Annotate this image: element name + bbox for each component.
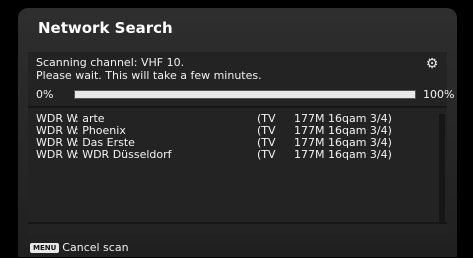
progress-end-label: 100% (423, 88, 455, 101)
divider (28, 222, 447, 224)
cancel-scan-label: Cancel scan (62, 241, 129, 254)
dialog-title: Network Search (38, 19, 173, 37)
progress-bar (74, 90, 416, 99)
channel-name: WDR W (36, 148, 78, 161)
channel-list: WDR W : arte (TV 177M 16qam 3/4) WDR W :… (36, 112, 436, 161)
channel-row: WDR W : Das Erste (TV 177M 16qam 3/4) (36, 136, 436, 149)
channel-row: WDR W : arte (TV 177M 16qam 3/4) (36, 112, 436, 125)
channel-type: (TV (257, 148, 276, 161)
channel-row: WDR W : WDR Düsseldorf (TV 177M 16qam 3/… (36, 148, 436, 161)
scan-panel: Scanning channel: VHF 10. Please wait. T… (28, 52, 454, 235)
network-search-dialog: Network Search Scanning channel: VHF 10.… (18, 8, 457, 257)
footer-hint[interactable]: MENU Cancel scan (30, 241, 129, 254)
divider (28, 106, 447, 108)
gear-icon: ⚙ (425, 56, 439, 72)
channel-row: WDR W : Phoenix (TV 177M 16qam 3/4) (36, 124, 436, 137)
list-scrollbar[interactable] (439, 114, 445, 222)
menu-key-badge: MENU (30, 243, 60, 253)
progress-bar-fill (75, 91, 415, 98)
channel-info: 177M 16qam 3/4) (294, 148, 392, 161)
progress-start-label: 0% (36, 88, 54, 101)
wait-message: Please wait. This will take a few minute… (36, 69, 262, 82)
channel-program: : WDR Düsseldorf (75, 148, 172, 161)
scanning-status-text: Scanning channel: VHF 10. (36, 56, 185, 69)
